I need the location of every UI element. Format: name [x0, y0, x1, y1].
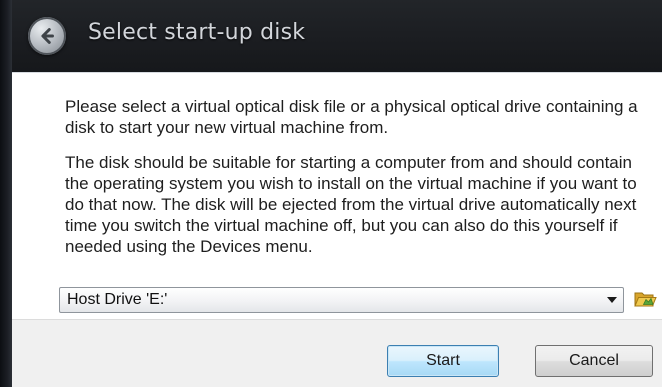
titlebar: Select start-up disk: [12, 0, 662, 72]
folder-open-icon: [634, 292, 657, 307]
back-arrow-icon: [41, 28, 54, 44]
back-button[interactable]: [28, 17, 66, 55]
dialog-footer: Start Cancel: [12, 319, 662, 387]
start-button[interactable]: Start: [387, 345, 499, 377]
disk-select-value: Host Drive 'E:': [67, 291, 168, 308]
disk-select-dropdown[interactable]: Host Drive 'E:': [59, 287, 624, 313]
content-panel: Please select a virtual optical disk fil…: [12, 72, 662, 319]
description-text: The disk should be suitable for starting…: [65, 153, 637, 256]
window-title: Select start-up disk: [88, 20, 306, 45]
window-left-edge: [0, 0, 12, 387]
cancel-button[interactable]: Cancel: [535, 345, 653, 377]
choose-disk-file-button[interactable]: [633, 288, 657, 310]
instruction-text: Please select a virtual optical disk fil…: [65, 97, 638, 137]
chevron-down-icon[interactable]: [607, 297, 617, 303]
